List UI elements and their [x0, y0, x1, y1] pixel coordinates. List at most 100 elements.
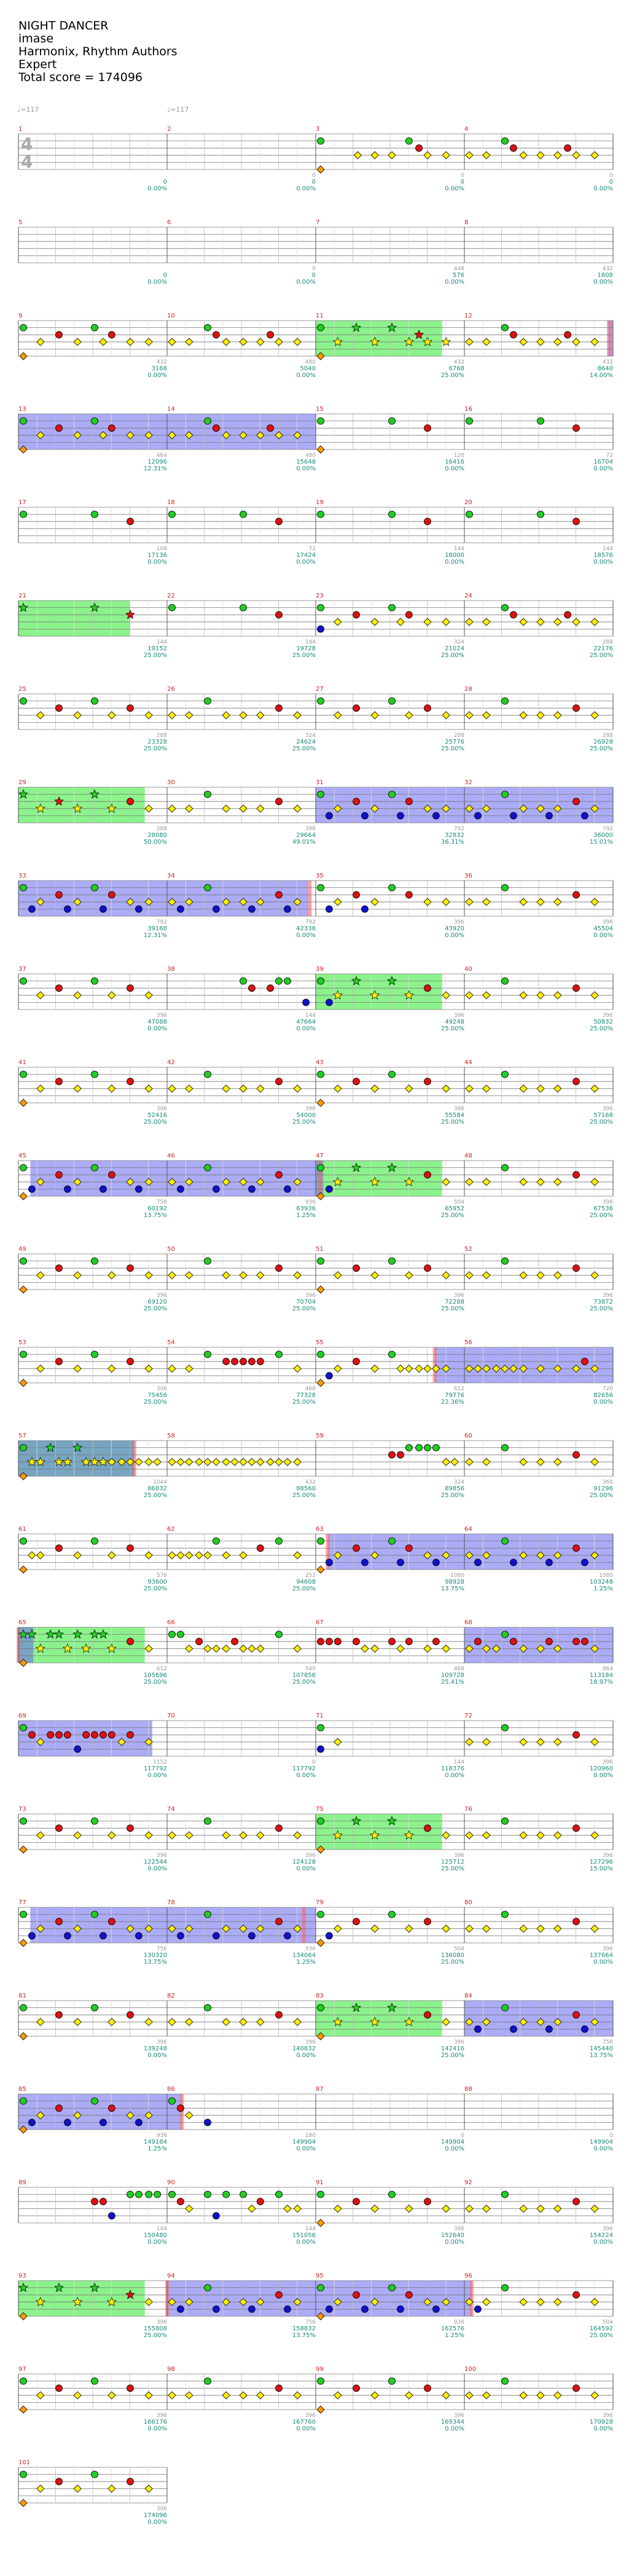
measure-percent: 0.00%	[445, 2146, 464, 2152]
measure-streak: 396	[603, 919, 613, 925]
measure-number: 101	[18, 2459, 30, 2466]
measure-percent: 0.00%	[445, 185, 464, 192]
measure-percent: 0.00%	[593, 185, 613, 192]
measure-score: 32832	[445, 832, 464, 839]
green-note	[20, 510, 27, 518]
green-note	[388, 884, 396, 892]
measure-streak: 540	[305, 1666, 316, 1672]
measure-number: 63	[316, 1526, 324, 1533]
green-note	[317, 2190, 324, 2198]
blue-note	[545, 2025, 553, 2033]
measure-number: 81	[18, 1993, 26, 1999]
measure-number: 26	[167, 686, 175, 693]
measure-percent: 25.00%	[590, 1119, 613, 1126]
measure-percent: 0.00%	[593, 1772, 613, 1779]
red-note	[334, 1638, 342, 1646]
blue-note	[284, 905, 291, 913]
green-note	[388, 1350, 396, 1358]
red-note	[127, 984, 134, 992]
measure-score: 60192	[147, 1205, 167, 1212]
green-note	[388, 417, 396, 425]
measure-streak: 480	[305, 359, 316, 365]
measure-score: 45504	[593, 925, 613, 932]
green-note	[284, 977, 291, 985]
red-note	[424, 2198, 431, 2206]
measure-score: 16416	[445, 459, 464, 465]
overdrive-phrase	[316, 1161, 442, 1196]
measure-streak: 0	[461, 173, 464, 179]
measure-score: 18576	[593, 552, 613, 559]
red-note	[55, 2384, 63, 2392]
green-note	[317, 790, 324, 798]
measure-number: 18	[167, 499, 175, 506]
green-note	[432, 1444, 440, 1452]
green-note	[91, 510, 98, 518]
measure-number: 2	[167, 126, 171, 133]
measure-score: 139248	[144, 2045, 167, 2052]
measure-percent: 25.00%	[441, 1866, 464, 1872]
red-note	[213, 424, 220, 432]
green-note	[501, 697, 509, 705]
overdrive-phrase	[316, 321, 442, 356]
green-note	[20, 884, 27, 892]
green-note	[20, 697, 27, 705]
red-note	[55, 2011, 63, 2019]
measure-percent: 25.00%	[292, 1679, 316, 1686]
measure-streak: 396	[603, 1199, 613, 1205]
blue-note	[361, 812, 369, 820]
measure-score: 0	[163, 272, 167, 279]
time-signature-bottom: 4	[21, 152, 33, 172]
red-note	[424, 1171, 431, 1179]
green-note	[424, 1444, 431, 1452]
measure-score: 50832	[593, 1019, 613, 1025]
green-note	[501, 1257, 509, 1265]
green-note	[20, 1257, 27, 1265]
measure-score: 19728	[296, 645, 316, 652]
red-note	[107, 1171, 115, 1179]
measure-percent: 1.25%	[593, 1586, 613, 1592]
green-note	[317, 1164, 324, 1172]
measure-percent: 18.97%	[590, 1679, 613, 1686]
measure-percent: 0.00%	[593, 2239, 613, 2246]
measure-score: 158832	[292, 2325, 316, 2332]
measure-streak: 144	[305, 639, 316, 645]
measure-number: 60	[464, 1433, 472, 1439]
blue-note	[317, 1745, 324, 1753]
measure-streak: 756	[603, 2039, 613, 2045]
measure-number: 92	[464, 2179, 472, 2186]
measure-score: 54000	[296, 1112, 316, 1119]
green-note	[91, 324, 98, 332]
measure-number: 22	[167, 593, 175, 599]
measure-number: 30	[167, 779, 175, 786]
measure-number: 84	[464, 1993, 472, 1999]
red-note	[177, 2198, 184, 2206]
measure-percent: 0.00%	[593, 932, 613, 939]
measure-score: 86832	[147, 1485, 167, 1492]
green-note	[91, 1910, 98, 1918]
measure-score: 169344	[441, 2419, 464, 2426]
green-note	[388, 2190, 396, 2198]
blue-note	[326, 1932, 333, 1940]
measure-number: 24	[464, 593, 472, 599]
green-note	[204, 1257, 211, 1265]
red-note	[248, 1358, 256, 1366]
measure-percent: 0.00%	[593, 2146, 613, 2152]
green-note	[145, 2190, 153, 2198]
blue-note	[581, 2025, 588, 2033]
measure-number: 69	[18, 1713, 26, 1719]
measure-streak: 396	[157, 2506, 167, 2512]
measure-score: 79776	[445, 1392, 464, 1399]
green-note	[275, 977, 283, 985]
measure-percent: 0.00%	[296, 372, 316, 379]
green-note	[91, 697, 98, 705]
red-note	[353, 2384, 360, 2392]
measure-number: 87	[316, 2086, 324, 2093]
measure-score: 24624	[296, 739, 316, 745]
measure-number: 33	[18, 873, 26, 879]
measure-percent: 25.00%	[292, 1306, 316, 1312]
blue-note	[302, 998, 310, 1006]
red-note	[432, 1638, 440, 1646]
red-note	[127, 1731, 134, 1739]
measure-streak: 396	[157, 2413, 167, 2419]
measure-score: 107856	[292, 1672, 316, 1679]
